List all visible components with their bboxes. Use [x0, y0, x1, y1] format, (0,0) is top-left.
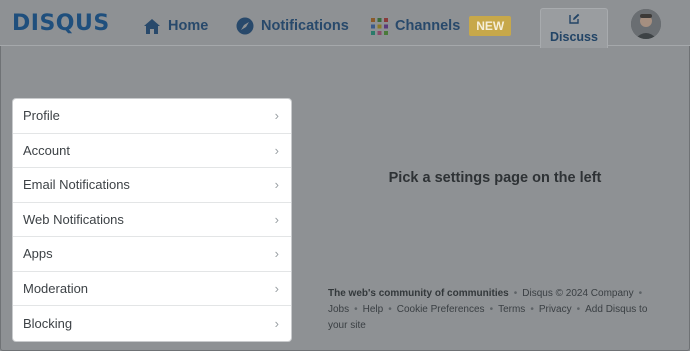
- footer-link-jobs[interactable]: Jobs: [328, 304, 349, 315]
- home-icon: [143, 18, 161, 35]
- settings-item-blocking[interactable]: Blocking ›: [13, 306, 291, 341]
- chevron-right-icon: ›: [274, 280, 279, 296]
- chevron-right-icon: ›: [274, 315, 279, 331]
- footer-separator: •: [354, 304, 358, 315]
- settings-item-label: Blocking: [23, 315, 73, 331]
- user-avatar[interactable]: [631, 9, 661, 39]
- settings-item-apps[interactable]: Apps ›: [13, 237, 291, 272]
- footer-separator: •: [489, 304, 494, 315]
- footer-link-help[interactable]: Help: [363, 304, 384, 315]
- nav-channels[interactable]: Channels NEW: [371, 15, 512, 37]
- chevron-right-icon: ›: [274, 246, 279, 262]
- settings-item-label: Account: [23, 142, 70, 158]
- disqus-logo[interactable]: DISQUS: [12, 11, 110, 36]
- nav-channels-label: Channels: [395, 18, 461, 34]
- chevron-right-icon: ›: [274, 108, 279, 124]
- footer-tagline: The web's community of communities: [328, 288, 509, 299]
- footer-separator: •: [388, 304, 392, 315]
- empty-state-message: Pick a settings page on the left: [388, 170, 602, 186]
- settings-item-label: Email Notifications: [23, 177, 130, 193]
- new-badge: NEW: [469, 16, 512, 36]
- footer-copyright: Disqus © 2024 Company: [522, 288, 634, 299]
- settings-item-email-notifications[interactable]: Email Notifications ›: [13, 168, 291, 203]
- grid-icon: [371, 17, 388, 35]
- footer-separator: •: [530, 304, 534, 315]
- footer-separator: •: [513, 288, 518, 299]
- settings-menu: Profile › Account › Email Notifications …: [13, 99, 291, 341]
- chevron-right-icon: ›: [274, 211, 279, 227]
- settings-item-label: Apps: [23, 246, 53, 262]
- settings-item-label: Moderation: [23, 280, 89, 296]
- chevron-right-icon: ›: [274, 142, 279, 158]
- settings-item-label: Profile: [23, 108, 60, 124]
- discuss-button[interactable]: Discuss: [540, 8, 608, 48]
- settings-item-profile[interactable]: Profile ›: [13, 99, 291, 134]
- settings-item-web-notifications[interactable]: Web Notifications ›: [13, 203, 291, 237]
- edit-icon: [568, 13, 580, 30]
- nav-notifications-label: Notifications: [261, 18, 349, 34]
- nav-home-label: Home: [168, 18, 209, 34]
- footer-link-privacy[interactable]: Privacy: [539, 304, 572, 315]
- top-navigation: DISQUS Home Notifications Channels NEW D…: [0, 0, 690, 48]
- site-footer: The web's community of communities • Disqu…: [328, 286, 663, 334]
- settings-item-moderation[interactable]: Moderation ›: [13, 272, 291, 306]
- nav-home[interactable]: Home: [143, 15, 208, 37]
- settings-item-account[interactable]: Account ›: [13, 134, 291, 168]
- discuss-label: Discuss: [550, 30, 598, 44]
- compass-icon: [236, 17, 254, 35]
- footer-link-terms[interactable]: Terms: [498, 304, 525, 315]
- footer-link-cookie-preferences[interactable]: Cookie Preferences: [397, 304, 485, 315]
- chevron-right-icon: ›: [274, 177, 279, 193]
- nav-notifications[interactable]: Notifications: [236, 15, 349, 37]
- footer-separator: •: [638, 288, 643, 299]
- footer-separator: •: [576, 304, 581, 315]
- settings-item-label: Web Notifications: [23, 211, 124, 227]
